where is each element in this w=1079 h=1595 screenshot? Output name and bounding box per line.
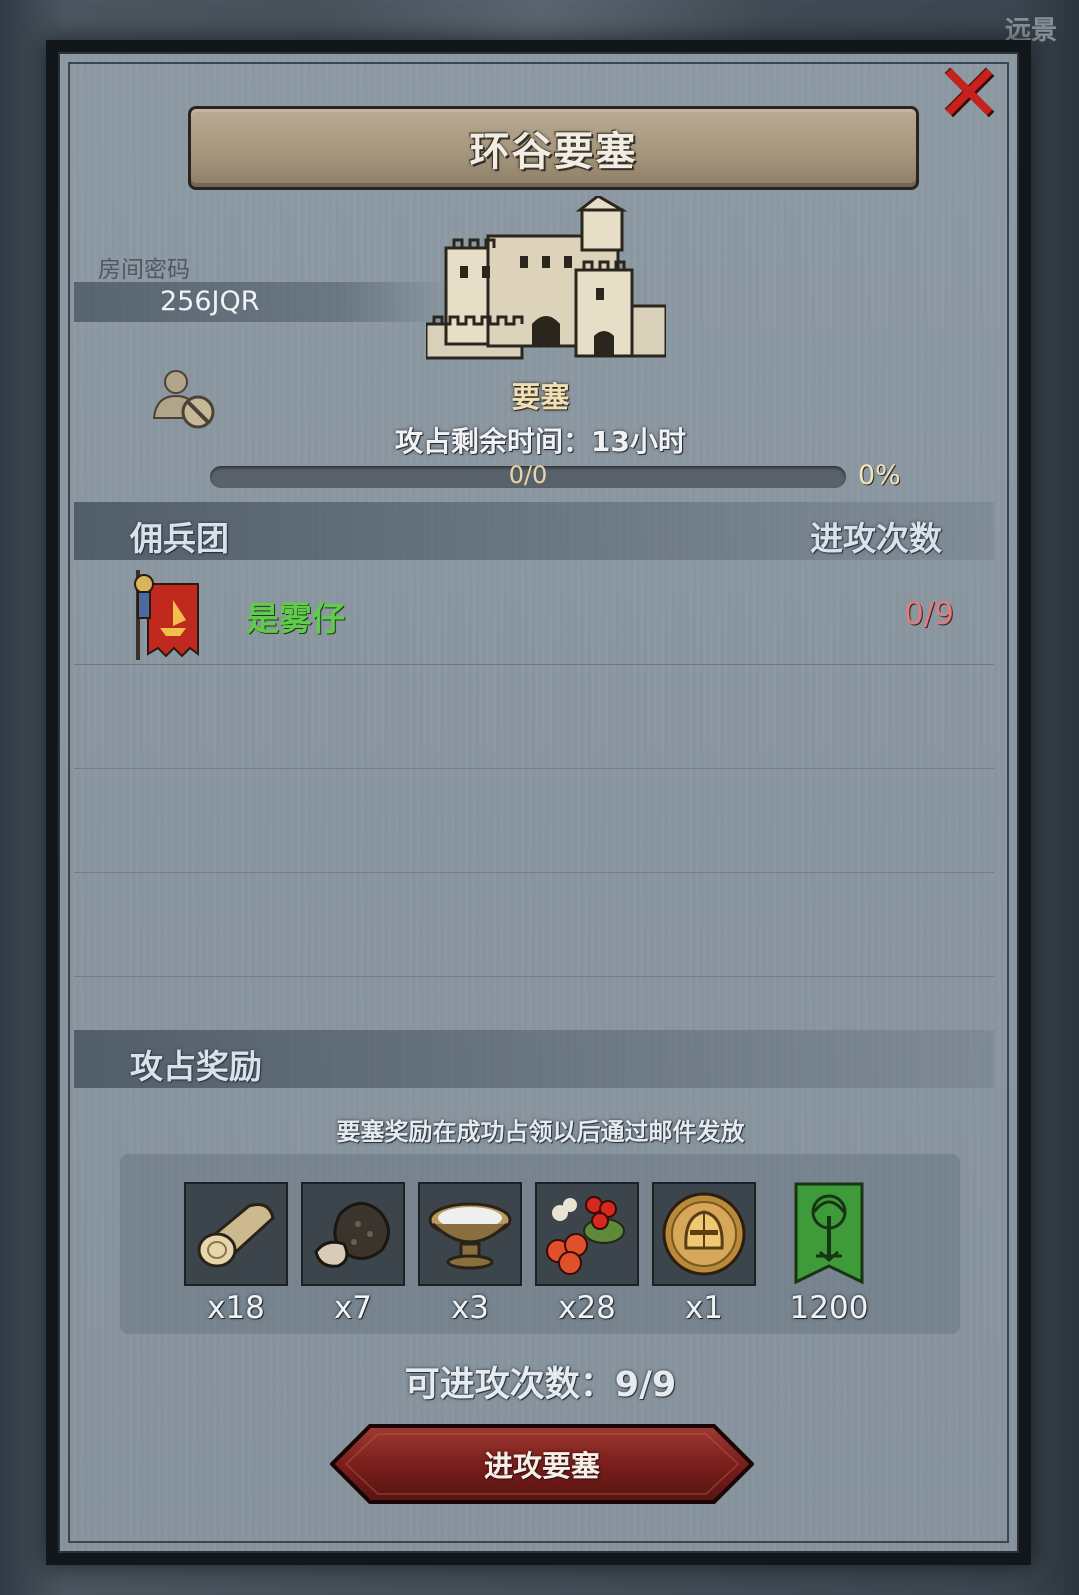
attack-fortress-label: 进攻要塞 xyxy=(483,1449,600,1483)
knight-helmet-coin-icon xyxy=(652,1182,756,1286)
close-icon[interactable]: ✕ xyxy=(929,54,1009,134)
attack-remaining-label: 可进攻次数： xyxy=(404,1365,615,1405)
attack-remaining-row: 可进攻次数：9/9 xyxy=(60,1356,1021,1407)
attack-count-header: 进攻次数 xyxy=(810,519,942,558)
mercenary-section-title: 佣兵团 xyxy=(130,519,229,558)
reward-qty: x1 xyxy=(684,1290,724,1326)
dialog-panel: 环谷要塞 房间密码 256JQR 要塞 攻占剩余时间：13小时 0/0 0% 佣… xyxy=(58,52,1019,1553)
capture-time-row: 攻占剩余时间：13小时 xyxy=(60,420,1021,460)
reward-section-title: 攻占奖励 xyxy=(130,1047,262,1086)
fortress-icon xyxy=(424,194,668,368)
attack-remaining-value: 9/9 xyxy=(614,1365,677,1405)
mercenary-row[interactable]: 是雾仔 0/9 xyxy=(74,560,994,665)
list-divider xyxy=(74,768,994,769)
dialog-title: 环谷要塞 xyxy=(469,129,638,175)
reward-item[interactable]: x28 xyxy=(533,1182,641,1326)
list-divider xyxy=(74,976,994,977)
guild-attack-count: 0/9 xyxy=(904,596,954,632)
capture-progress-percent: 0% xyxy=(858,460,901,491)
reward-qty: 1200 xyxy=(789,1290,869,1326)
attack-fortress-button[interactable]: 进攻要塞 xyxy=(330,1424,754,1504)
list-divider xyxy=(74,872,994,873)
reward-qty: x7 xyxy=(333,1290,373,1326)
reward-item[interactable]: 1200 xyxy=(767,1182,891,1326)
fortress-dialog: 环谷要塞 房间密码 256JQR 要塞 攻占剩余时间：13小时 0/0 0% 佣… xyxy=(46,40,1031,1565)
capture-progress-bar: 0/0 xyxy=(210,461,846,489)
capture-progress-text: 0/0 xyxy=(508,461,548,489)
room-code-bar xyxy=(74,282,454,322)
tree-banner-icon xyxy=(777,1182,881,1286)
reward-qty: x28 xyxy=(558,1290,616,1326)
capture-time-label: 攻占剩余时间： xyxy=(395,425,592,458)
truffle-icon xyxy=(301,1182,405,1286)
guild-name: 是雾仔 xyxy=(246,599,345,638)
berries-icon xyxy=(535,1182,639,1286)
fortress-type: 要塞 xyxy=(511,380,570,414)
reward-qty: x3 xyxy=(450,1290,490,1326)
wood-log-icon xyxy=(184,1182,288,1286)
capture-time-value: 13小时 xyxy=(591,425,686,458)
milk-bowl-icon xyxy=(418,1182,522,1286)
reward-item[interactable]: x1 xyxy=(650,1182,758,1326)
room-code-value: 256JQR xyxy=(160,286,260,317)
title-banner: 环谷要塞 xyxy=(188,106,919,190)
guild-banner-icon xyxy=(132,570,202,660)
reward-item[interactable]: x3 xyxy=(416,1182,524,1326)
reward-item[interactable]: x18 xyxy=(182,1182,290,1326)
reward-qty: x18 xyxy=(207,1290,265,1326)
reward-item[interactable]: x7 xyxy=(299,1182,407,1326)
room-code-label: 房间密码 xyxy=(98,257,190,283)
reward-note: 要塞奖励在成功占领以后通过邮件发放 xyxy=(336,1118,745,1146)
